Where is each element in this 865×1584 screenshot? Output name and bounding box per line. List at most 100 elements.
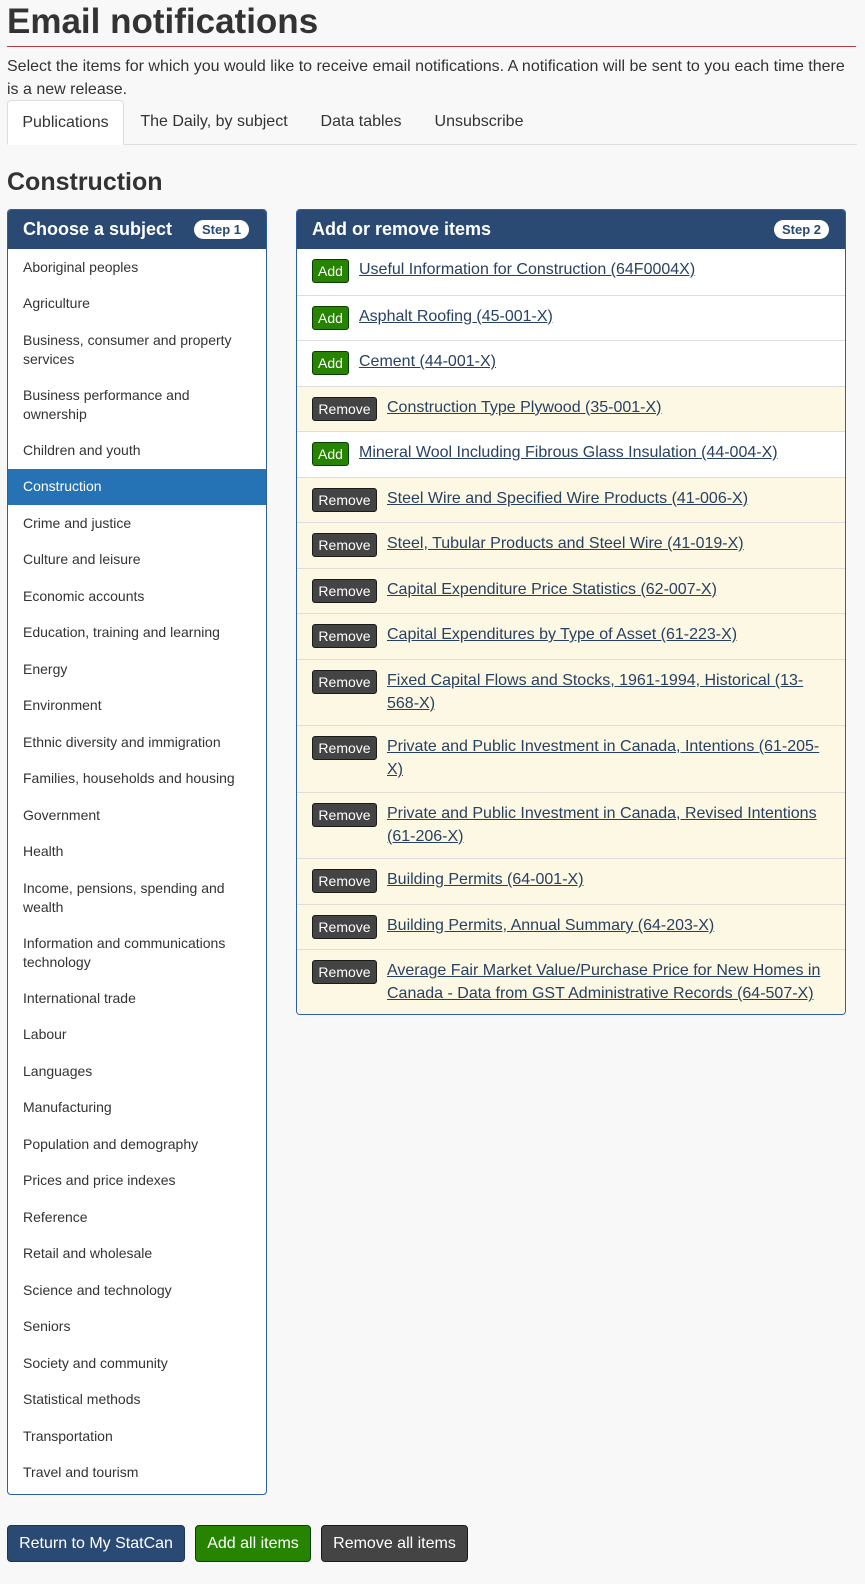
subject-item[interactable]: Children and youth (8, 432, 266, 469)
subject-item[interactable]: Population and demography (8, 1126, 266, 1163)
subject-item[interactable]: Culture and leisure (8, 542, 266, 579)
subject-item[interactable]: Society and community (8, 1345, 266, 1382)
subject-item-label: Government (23, 806, 101, 823)
subject-item[interactable]: Education, training and learning (8, 615, 266, 652)
remove-item-button[interactable]: Remove (312, 736, 377, 760)
add-item-button[interactable]: Add (312, 351, 349, 375)
subject-item[interactable]: Travel and tourism (8, 1455, 266, 1492)
subject-item[interactable]: Aboriginal peoples (8, 249, 266, 286)
remove-item-button[interactable]: Remove (312, 960, 377, 984)
item-link[interactable]: Building Permits, Annual Summary (64-203… (387, 914, 827, 937)
remove-all-items-button[interactable]: Remove all items (321, 1525, 468, 1562)
item-row: Remove Construction Type Plywood (35-001-… (297, 385, 845, 431)
item-link[interactable]: Steel, Tubular Products and Steel Wire (… (387, 532, 827, 555)
subject-item-label: International trade (23, 989, 136, 1006)
subject-item[interactable]: Transportation (8, 1418, 266, 1455)
subject-item[interactable]: Agriculture (8, 286, 266, 323)
remove-item-button[interactable]: Remove (312, 396, 377, 421)
item-link[interactable]: Mineral Wool Including Fibrous Glass Ins… (359, 441, 829, 464)
subject-item-label: Culture and leisure (23, 551, 141, 568)
item-link[interactable]: Construction Type Plywood (35-001-X) (387, 396, 827, 419)
subject-item[interactable]: Business, consumer and property services (8, 322, 266, 377)
subject-item[interactable]: Labour (8, 1017, 266, 1054)
add-all-items-button[interactable]: Add all items (195, 1525, 311, 1562)
page: Email notifications Select the items for… (0, 0, 865, 1584)
tab-the-daily-by-subject[interactable]: The Daily, by subject (128, 100, 300, 145)
add-item-button[interactable]: Add (312, 442, 349, 466)
subject-item[interactable]: Business performance and ownership (8, 377, 266, 432)
add-item-button[interactable]: Add (312, 305, 349, 330)
subject-item[interactable]: Ethnic diversity and immigration (8, 724, 266, 761)
tab-publications[interactable]: Publications (7, 100, 124, 145)
remove-item-button[interactable]: Remove (312, 914, 377, 939)
items-panel-header: Add or remove items Step 2 (297, 210, 845, 249)
subject-item-label: Health (23, 843, 64, 860)
subject-item[interactable]: Information and communications technolog… (8, 925, 266, 980)
subject-item[interactable]: Economic accounts (8, 578, 266, 615)
subject-item[interactable]: Seniors (8, 1309, 266, 1346)
subject-item[interactable]: Families, households and housing (8, 761, 266, 798)
subject-item[interactable]: Government (8, 797, 266, 834)
subject-item[interactable]: Reference (8, 1199, 266, 1236)
remove-item-button[interactable]: Remove (312, 624, 377, 648)
tab-bar: Publications The Daily, by subject Data … (7, 100, 857, 145)
item-link[interactable]: Steel Wire and Specified Wire Products (… (387, 487, 827, 510)
subject-item[interactable]: Health (8, 834, 266, 871)
item-row: Remove Building Permits (64-001-X) (297, 858, 845, 904)
item-link[interactable]: Building Permits (64-001-X) (387, 868, 827, 891)
item-row: Remove Steel, Tubular Products and Steel … (297, 522, 845, 568)
subject-item[interactable]: Construction (8, 468, 266, 505)
item-link[interactable]: Private and Public Investment in Canada,… (387, 802, 827, 848)
remove-item-button[interactable]: Remove (312, 578, 377, 603)
subject-item-label: Transportation (23, 1427, 113, 1444)
add-item-button[interactable]: Add (312, 259, 349, 283)
subject-item-label: Information and communications technolog… (23, 934, 226, 970)
subject-item[interactable]: Statistical methods (8, 1382, 266, 1419)
subject-item-label: Society and community (23, 1354, 168, 1371)
subject-item[interactable]: Science and technology (8, 1272, 266, 1309)
subject-item[interactable]: Languages (8, 1053, 266, 1090)
subject-item[interactable]: International trade (8, 980, 266, 1017)
subject-item[interactable]: Environment (8, 688, 266, 725)
remove-item-button[interactable]: Remove (312, 802, 377, 827)
remove-item-button[interactable]: Remove (312, 533, 377, 557)
item-row: Add Asphalt Roofing (45-001-X) (297, 294, 845, 340)
subject-item-label: Manufacturing (23, 1099, 112, 1116)
subject-item[interactable]: Retail and wholesale (8, 1236, 266, 1273)
subject-item-label: Statistical methods (23, 1391, 141, 1408)
item-link[interactable]: Asphalt Roofing (45-001-X) (359, 305, 829, 328)
item-link[interactable]: Fixed Capital Flows and Stocks, 1961-199… (387, 669, 827, 715)
subject-item-label: Languages (23, 1062, 93, 1079)
page-title: Email notifications (7, 0, 856, 47)
return-to-my-statcan-button[interactable]: Return to My StatCan (7, 1525, 185, 1562)
subject-item-label: Science and technology (23, 1281, 172, 1298)
subject-item-label: Income, pensions, spending and wealth (23, 879, 225, 915)
item-row: Remove Capital Expenditure Price Statisti… (297, 567, 845, 613)
subject-panel-header: Choose a subject Step 1 (8, 210, 266, 249)
subject-item-label: Prices and price indexes (23, 1172, 176, 1189)
items-panel-title: Add or remove items (312, 219, 492, 239)
remove-item-button[interactable]: Remove (312, 869, 377, 893)
subject-item[interactable]: Income, pensions, spending and wealth (8, 870, 266, 925)
item-link[interactable]: Useful Information for Construction (64F… (359, 258, 829, 281)
subject-item[interactable]: Prices and price indexes (8, 1163, 266, 1200)
item-row: Remove Private and Public Investment in C… (297, 725, 845, 792)
item-row: Remove Average Fair Market Value/Purchase… (297, 949, 845, 1014)
tab-data-tables[interactable]: Data tables (307, 100, 415, 145)
subject-item-label: Agriculture (23, 295, 90, 312)
subject-item[interactable]: Energy (8, 651, 266, 688)
item-link[interactable]: Capital Expenditure Price Statistics (62… (387, 578, 827, 601)
subject-item-label: Children and youth (23, 441, 141, 458)
subject-item[interactable]: Crime and justice (8, 505, 266, 542)
item-link[interactable]: Private and Public Investment in Canada,… (387, 735, 827, 781)
subject-item[interactable]: Manufacturing (8, 1090, 266, 1127)
item-link[interactable]: Cement (44-001-X) (359, 350, 829, 373)
item-link[interactable]: Capital Expenditures by Type of Asset (6… (387, 623, 827, 646)
item-link[interactable]: Average Fair Market Value/Purchase Price… (387, 959, 827, 1005)
subject-item-label: Aboriginal peoples (23, 258, 139, 275)
item-row: Add Useful Information for Construction (… (297, 249, 845, 295)
subject-item-label: Crime and justice (23, 514, 132, 531)
tab-unsubscribe[interactable]: Unsubscribe (421, 100, 537, 145)
remove-item-button[interactable]: Remove (312, 669, 377, 694)
remove-item-button[interactable]: Remove (312, 487, 377, 512)
